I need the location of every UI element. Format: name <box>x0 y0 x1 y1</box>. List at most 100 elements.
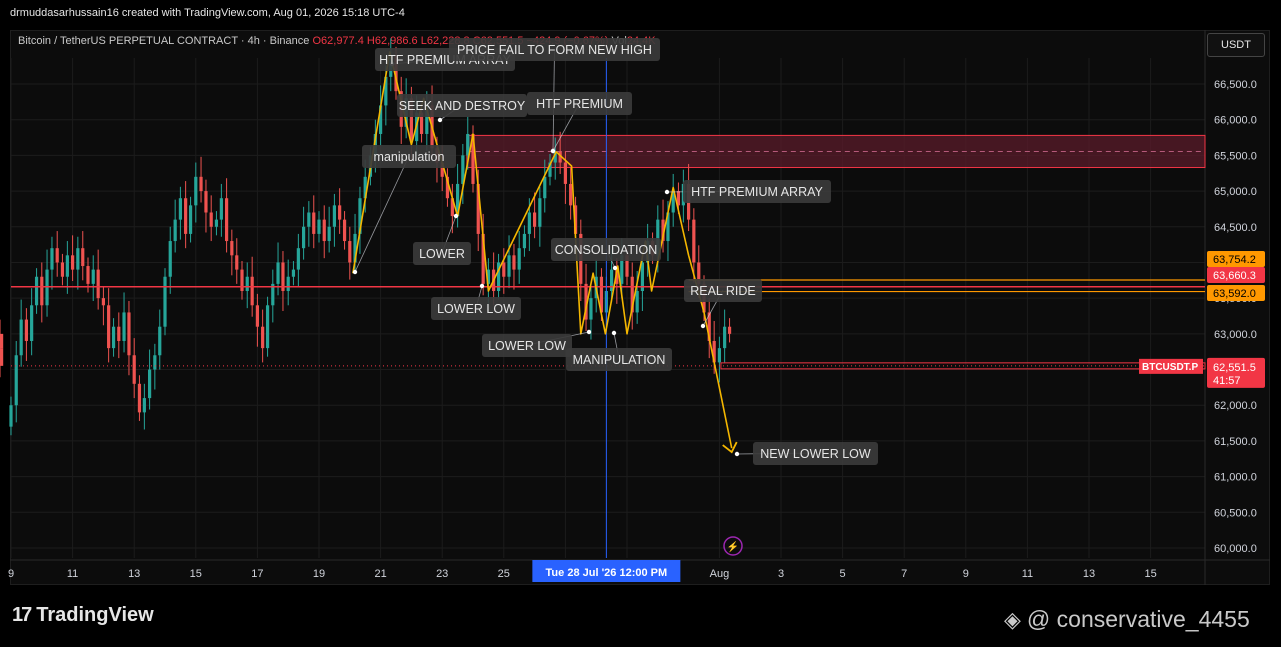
price-chart[interactable]: 60,000.0 60,500.0 61,000.0 61,500.0 62,000.0… <box>0 0 1281 647</box>
candle-body[interactable] <box>219 198 223 220</box>
annotation-label: manipulation <box>374 150 445 164</box>
candle-body[interactable] <box>81 248 85 267</box>
candle-body[interactable] <box>527 212 531 234</box>
candle-body[interactable] <box>194 176 198 206</box>
candle-body[interactable] <box>327 226 331 242</box>
candle-body[interactable] <box>19 319 23 356</box>
candle-body[interactable] <box>265 305 270 349</box>
annotation-anchor-dot <box>479 283 485 289</box>
candle-body[interactable] <box>338 205 342 220</box>
candle-body[interactable] <box>543 176 547 199</box>
candle-body[interactable] <box>225 198 229 242</box>
candle-body[interactable] <box>569 183 573 206</box>
candle-body[interactable] <box>286 276 290 292</box>
candle-body[interactable] <box>610 269 614 292</box>
candle-body[interactable] <box>538 198 542 227</box>
candle-body[interactable] <box>111 326 116 349</box>
annotation-label: NEW LOWER LOW <box>760 447 871 461</box>
candle-body[interactable] <box>65 255 69 277</box>
x-tick-label: 13 <box>1083 568 1095 580</box>
candle-body[interactable] <box>635 291 639 313</box>
candle-body[interactable] <box>230 241 234 256</box>
candle-body[interactable] <box>348 241 352 263</box>
candle-body[interactable] <box>96 269 100 299</box>
candle-body[interactable] <box>317 219 321 234</box>
candle-body[interactable] <box>168 241 172 277</box>
candle-body[interactable] <box>122 312 126 341</box>
candle-body[interactable] <box>60 262 65 277</box>
candle-body[interactable] <box>692 219 696 263</box>
candle-body[interactable] <box>40 276 44 306</box>
candle-body[interactable] <box>296 248 300 270</box>
candle-body[interactable] <box>533 212 537 227</box>
candle-body[interactable] <box>209 212 213 227</box>
candle-body[interactable] <box>0 348 4 366</box>
x-tick-label: 15 <box>190 568 202 580</box>
candle-body[interactable] <box>71 255 75 270</box>
candle-body[interactable] <box>322 219 326 242</box>
candle-body[interactable] <box>86 266 90 284</box>
y-tick-label: 61,000.0 <box>1214 472 1257 484</box>
candle-body[interactable] <box>312 212 316 234</box>
candle-body[interactable] <box>14 355 18 406</box>
candle-body[interactable] <box>512 255 516 270</box>
candle-body[interactable] <box>342 219 347 242</box>
candle-body[interactable] <box>307 212 311 227</box>
candle-body[interactable] <box>9 405 13 427</box>
candle-body[interactable] <box>291 269 296 277</box>
candle-body[interactable] <box>723 326 727 349</box>
candle-body[interactable] <box>50 248 54 270</box>
price-badge-label: 63,592.0 <box>1213 288 1256 300</box>
candle-body[interactable] <box>184 198 188 234</box>
x-tick-label: 5 <box>840 568 846 580</box>
candle-body[interactable] <box>276 262 280 284</box>
candle-body[interactable] <box>302 226 306 249</box>
candle-body[interactable] <box>214 219 219 227</box>
y-tick-label: 65,500.0 <box>1214 150 1257 162</box>
candle-body[interactable] <box>502 262 506 277</box>
candle-body[interactable] <box>153 355 157 370</box>
candle-body[interactable] <box>563 162 567 184</box>
candle-body[interactable] <box>137 383 142 413</box>
candle-body[interactable] <box>727 326 732 334</box>
y-tick-label: 60,500.0 <box>1214 507 1257 519</box>
candle-body[interactable] <box>235 255 239 270</box>
candle-body[interactable] <box>204 191 208 213</box>
candle-body[interactable] <box>76 248 80 270</box>
annotation-anchor-dot <box>352 269 358 275</box>
candle-body[interactable] <box>142 398 146 413</box>
candle-body[interactable] <box>507 255 511 277</box>
candle-body[interactable] <box>158 326 162 356</box>
candle-body[interactable] <box>717 348 721 363</box>
candle-body[interactable] <box>163 276 167 327</box>
candle-body[interactable] <box>188 205 193 234</box>
x-tick-label: 9 <box>963 568 969 580</box>
candle-body[interactable] <box>250 276 254 306</box>
candle-body[interactable] <box>522 233 527 249</box>
candle-body[interactable] <box>132 355 136 384</box>
candle-body[interactable] <box>91 269 95 284</box>
candle-body[interactable] <box>148 369 152 399</box>
candle-body[interactable] <box>107 305 111 349</box>
x-tick-label: 7 <box>901 568 907 580</box>
candle-body[interactable] <box>255 305 259 327</box>
candle-body[interactable] <box>55 248 59 263</box>
candle-body[interactable] <box>101 298 105 306</box>
candle-body[interactable] <box>261 326 265 349</box>
price-badge-label: 63,754.2 <box>1213 254 1256 266</box>
candle-body[interactable] <box>173 219 177 242</box>
candle-body[interactable] <box>199 176 203 192</box>
x-tick-label: 9 <box>8 568 14 580</box>
candle-body[interactable] <box>589 298 593 320</box>
candle-body[interactable] <box>117 326 121 341</box>
candle-body[interactable] <box>30 305 34 341</box>
candle-body[interactable] <box>24 319 28 341</box>
candle-body[interactable] <box>178 198 182 220</box>
candle-body[interactable] <box>127 312 131 356</box>
candle-body[interactable] <box>240 269 244 292</box>
y-tick-label: 66,500.0 <box>1214 79 1257 91</box>
candle-body[interactable] <box>517 248 521 270</box>
candle-body[interactable] <box>332 205 336 227</box>
candle-body[interactable] <box>34 276 39 306</box>
candle-body[interactable] <box>245 276 249 292</box>
